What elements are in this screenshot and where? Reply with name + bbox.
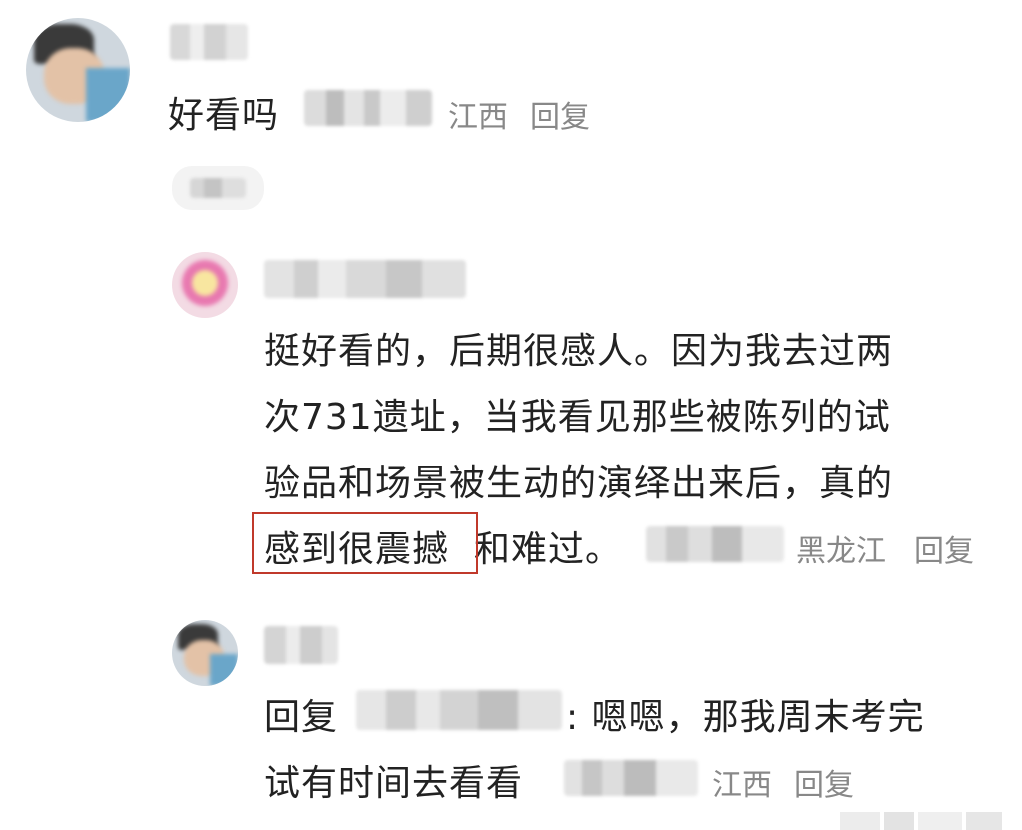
reply-prefix: 回复	[264, 697, 339, 738]
timestamp-redacted	[564, 760, 698, 796]
comment-region: 黑龙江	[796, 534, 886, 569]
comment-region: 江西	[712, 768, 772, 803]
avatar[interactable]	[172, 252, 238, 318]
comment-region: 江西	[448, 100, 508, 135]
reply-text: 试有时间去看看	[264, 763, 524, 804]
comment-text-line: 验品和场景被生动的演绎出来后，真的	[264, 463, 894, 504]
comment-text-line: 次731遗址，当我看见那些被陈列的试	[264, 397, 891, 438]
expand-replies-button[interactable]	[172, 166, 264, 210]
username-redacted	[264, 260, 466, 298]
timestamp-redacted	[646, 526, 784, 562]
username-redacted	[264, 626, 338, 664]
reply-button[interactable]: 回复	[914, 526, 974, 570]
timestamp-redacted	[304, 90, 432, 126]
reply-button[interactable]: 回复	[530, 92, 590, 136]
reply-button[interactable]: 回复	[794, 760, 854, 804]
reply-count-redacted	[190, 178, 246, 198]
comment-text-tail: 和难过。	[474, 529, 623, 570]
comment-text: 好看吗	[168, 95, 280, 136]
highlight-box	[252, 512, 478, 574]
avatar[interactable]	[172, 620, 238, 686]
comment-text-line: 挺好看的，后期很感人。因为我去过两	[264, 331, 894, 372]
reply-text: : 嗯嗯，那我周末考完	[566, 697, 925, 738]
username-redacted	[170, 24, 248, 60]
avatar[interactable]	[26, 18, 130, 122]
mention-redacted[interactable]	[356, 690, 562, 730]
